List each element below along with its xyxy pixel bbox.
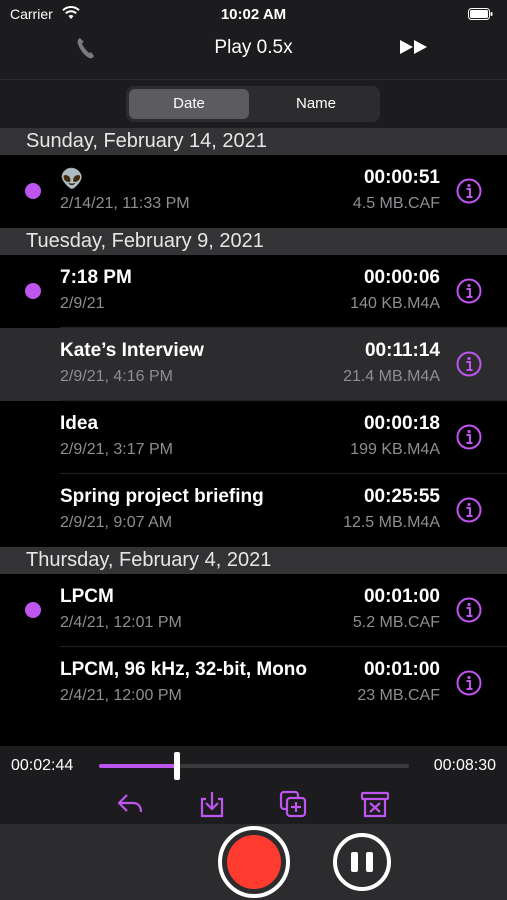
action-toolbar — [0, 787, 507, 821]
sort-segmented-control: Date Name — [126, 86, 380, 122]
recording-date: 2/9/21 — [60, 295, 105, 312]
recording-duration: 00:01:00 — [363, 659, 440, 680]
elapsed-time: 00:02:44 — [11, 757, 74, 774]
playback-progress — [99, 764, 177, 768]
nav-bar: Play 0.5x — [0, 28, 507, 80]
player-panel: 00:02:44 00:08:30 — [0, 746, 507, 824]
recording-row[interactable]: LPCM, 96 kHz, 32-bit, Mono 2/4/21, 12:00 … — [0, 647, 507, 720]
record-dot-icon — [227, 835, 281, 889]
battery-icon — [468, 8, 493, 20]
recording-duration: 00:00:51 — [363, 167, 440, 188]
record-controls — [0, 824, 507, 900]
playback-scrubber[interactable] — [99, 752, 409, 780]
unplayed-dot-icon — [25, 183, 41, 199]
recording-duration: 00:00:06 — [363, 267, 440, 288]
info-icon[interactable] — [456, 351, 482, 377]
recording-row[interactable]: 👽 2/14/21, 11:33 PM 00:00:51 4.5 MB.CAF — [0, 155, 507, 228]
recording-size: 140 KB.M4A — [350, 295, 440, 312]
recording-size: 4.5 MB.CAF — [352, 195, 440, 212]
recording-date: 2/4/21, 12:01 PM — [60, 614, 182, 631]
reply-icon[interactable] — [115, 789, 145, 819]
recording-date: 2/9/21, 3:17 PM — [60, 441, 173, 458]
duplicate-icon[interactable] — [278, 789, 308, 819]
page-title[interactable]: Play 0.5x — [0, 37, 507, 59]
recording-row[interactable]: Kate’s Interview 2/9/21, 4:16 PM 00:11:14 2… — [0, 328, 507, 401]
recording-row[interactable]: Spring project briefing 2/9/21, 9:07 AM 00… — [0, 474, 507, 547]
scrubber-thumb[interactable] — [173, 752, 180, 780]
info-icon[interactable] — [456, 597, 482, 623]
info-icon[interactable] — [456, 497, 482, 523]
recording-name: 7:18 PM — [60, 267, 132, 288]
download-icon[interactable] — [197, 789, 227, 819]
sort-option-name[interactable]: Name — [256, 89, 376, 119]
recordings-list[interactable]: Sunday, February 14, 2021 👽 2/14/21, 11:33… — [0, 128, 507, 746]
fast-forward-icon[interactable] — [399, 39, 429, 55]
unplayed-dot-icon — [25, 602, 41, 618]
recording-date: 2/14/21, 11:33 PM — [60, 195, 190, 212]
recording-name: Kate’s Interview — [60, 340, 204, 361]
section-header: Tuesday, February 9, 2021 — [0, 228, 507, 255]
sort-bar: Date Name — [0, 80, 507, 128]
status-time: 10:02 AM — [220, 6, 287, 23]
recording-duration: 00:01:00 — [363, 586, 440, 607]
info-icon[interactable] — [456, 670, 482, 696]
recording-date: 2/4/21, 12:00 PM — [60, 687, 182, 704]
recording-duration: 00:11:14 — [364, 340, 440, 361]
recording-name: LPCM, 96 kHz, 32-bit, Mono — [60, 659, 308, 680]
section-header: Sunday, February 14, 2021 — [0, 128, 507, 155]
pause-icon — [366, 852, 373, 872]
unplayed-dot-icon — [25, 283, 41, 299]
pause-icon — [351, 852, 358, 872]
recording-row[interactable]: LPCM 2/4/21, 12:01 PM 00:01:00 5.2 MB.CAF — [0, 574, 507, 647]
trash-icon[interactable] — [360, 789, 390, 819]
recording-size: 12.5 MB.M4A — [343, 514, 440, 531]
recording-duration: 00:25:55 — [363, 486, 440, 507]
recording-size: 23 MB.CAF — [357, 687, 440, 704]
recording-date: 2/9/21, 9:07 AM — [60, 514, 173, 531]
section-header: Thursday, February 4, 2021 — [0, 547, 507, 574]
recording-row[interactable]: Idea 2/9/21, 3:17 PM 00:00:18 199 KB.M4A — [0, 401, 507, 474]
recording-size: 5.2 MB.CAF — [352, 614, 440, 631]
record-button[interactable] — [218, 826, 290, 898]
recording-duration: 00:00:18 — [363, 413, 440, 434]
info-icon[interactable] — [456, 424, 482, 450]
recording-row[interactable]: 7:18 PM 2/9/21 00:00:06 140 KB.M4A — [0, 255, 507, 328]
recording-name: Spring project briefing — [60, 486, 264, 507]
pause-button[interactable] — [333, 833, 391, 891]
info-icon[interactable] — [456, 278, 482, 304]
total-time: 00:08:30 — [433, 757, 496, 774]
recording-name: LPCM — [60, 586, 114, 607]
recording-name: 👽 — [60, 169, 84, 190]
status-bar: Carrier 10:02 AM — [0, 0, 507, 28]
recording-size: 21.4 MB.M4A — [343, 368, 440, 385]
info-icon[interactable] — [456, 178, 482, 204]
sort-option-date[interactable]: Date — [129, 89, 249, 119]
recording-name: Idea — [60, 413, 99, 434]
recording-date: 2/9/21, 4:16 PM — [60, 368, 173, 385]
recording-size: 199 KB.M4A — [350, 441, 440, 458]
